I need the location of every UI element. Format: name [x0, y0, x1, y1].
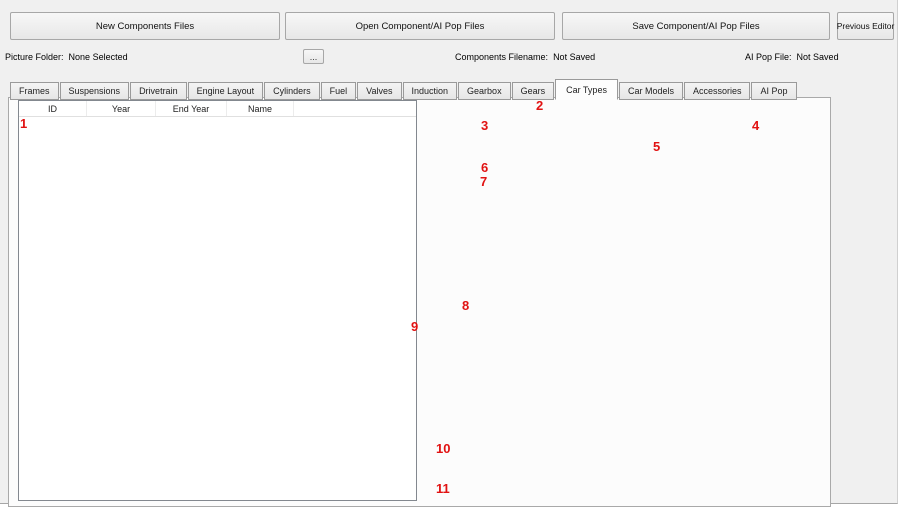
editor-tab-strip: Frames Suspensions Drivetrain Engine Lay…	[10, 79, 798, 100]
tab-frames[interactable]: Frames	[10, 82, 59, 100]
browse-folder-button[interactable]: ...	[303, 49, 324, 64]
tab-valves[interactable]: Valves	[357, 82, 401, 100]
tab-accessories[interactable]: Accessories	[684, 82, 751, 100]
column-header-empty	[294, 101, 416, 116]
components-filename-value: Not Saved	[553, 52, 595, 62]
column-header-end-year[interactable]: End Year	[156, 101, 227, 116]
picture-folder-value: None Selected	[69, 52, 128, 62]
tab-drivetrain[interactable]: Drivetrain	[130, 82, 187, 100]
tab-car-types[interactable]: Car Types	[555, 79, 618, 100]
previous-editor-button[interactable]: Previous Editor	[837, 12, 894, 40]
picture-folder-status: Picture Folder: None Selected	[5, 52, 128, 62]
vehicle-type-list[interactable]: ID Year End Year Name	[18, 100, 417, 501]
tab-car-models[interactable]: Car Models	[619, 82, 683, 100]
open-component-files-button[interactable]: Open Component/AI Pop Files	[285, 12, 555, 40]
tab-suspensions[interactable]: Suspensions	[60, 82, 130, 100]
save-component-files-button[interactable]: Save Component/AI Pop Files	[562, 12, 830, 40]
tab-induction[interactable]: Induction	[403, 82, 458, 100]
column-header-year[interactable]: Year	[87, 101, 156, 116]
tab-gears[interactable]: Gears	[512, 82, 555, 100]
column-header-name[interactable]: Name	[227, 101, 294, 116]
tab-ai-pop[interactable]: AI Pop	[751, 82, 796, 100]
new-components-files-button[interactable]: New Components Files	[10, 12, 280, 40]
tab-gearbox[interactable]: Gearbox	[458, 82, 511, 100]
ai-pop-file-status: AI Pop File: Not Saved	[745, 52, 839, 62]
tab-fuel[interactable]: Fuel	[321, 82, 357, 100]
app-window: New Components Files Open Component/AI P…	[0, 0, 900, 521]
ai-pop-file-value: Not Saved	[797, 52, 839, 62]
tab-cylinders[interactable]: Cylinders	[264, 82, 320, 100]
vehicle-type-list-header: ID Year End Year Name	[19, 101, 416, 117]
ai-pop-file-label: AI Pop File:	[745, 52, 792, 62]
column-header-id[interactable]: ID	[19, 101, 87, 116]
components-filename-label: Components Filename:	[455, 52, 548, 62]
components-filename-status: Components Filename: Not Saved	[455, 52, 595, 62]
picture-folder-label: Picture Folder:	[5, 52, 64, 62]
tab-engine-layout[interactable]: Engine Layout	[188, 82, 264, 100]
